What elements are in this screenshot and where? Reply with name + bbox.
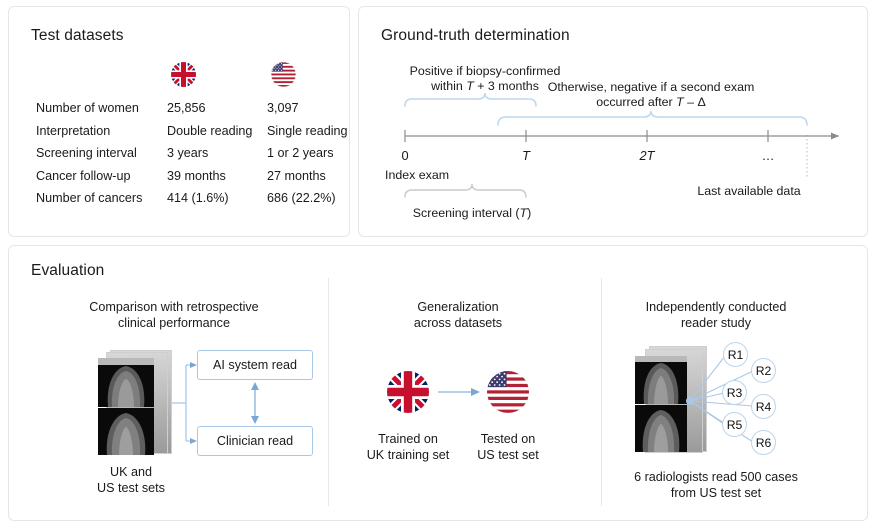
table-row: Number of women 25,856 3,097 [9, 99, 349, 122]
figure-root: Test datasets [0, 0, 874, 527]
fan-origin-dot [686, 397, 694, 405]
row-label: Cancer follow-up [36, 169, 131, 183]
datasets-table: Number of women 25,856 3,097 Interpretat… [9, 99, 349, 212]
screening-interval-brace [405, 184, 526, 197]
reader-circle-r2: R2 [751, 358, 776, 383]
row-value-uk: 414 (1.6%) [167, 191, 229, 205]
row-value-uk: Double reading [167, 124, 252, 138]
reader-circle-r4: R4 [751, 394, 776, 419]
row-value-us: 27 months [267, 169, 326, 183]
row-value-uk: 25,856 [167, 101, 206, 115]
row-label: Interpretation [36, 124, 110, 138]
row-value-uk: 3 years [167, 146, 208, 160]
row-label: Screening interval [36, 146, 137, 160]
negative-window-brace [498, 111, 807, 125]
row-value-uk: 39 months [167, 169, 226, 183]
caption-reader-study: 6 radiologists read 500 cases from US te… [634, 469, 798, 501]
reader-circle-r5: R5 [722, 412, 747, 437]
row-value-us: Single reading [267, 124, 348, 138]
uk-flag-icon [171, 62, 196, 87]
evaluation-panel: Evaluation Comparison with retrospective… [8, 245, 868, 521]
timeline-diagram [359, 7, 869, 238]
panel-title-test-datasets: Test datasets [31, 27, 124, 45]
test-datasets-panel: Test datasets [8, 6, 350, 237]
us-flag-icon [271, 62, 296, 87]
positive-window-brace [405, 93, 536, 106]
table-row: Screening interval 3 years 1 or 2 years [9, 144, 349, 167]
row-value-us: 686 (22.2%) [267, 191, 336, 205]
row-label: Number of women [36, 101, 139, 115]
row-value-us: 1 or 2 years [267, 146, 334, 160]
table-row: Number of cancers 414 (1.6%) 686 (22.2%) [9, 189, 349, 212]
connector-line [690, 401, 753, 406]
reader-circle-r1: R1 [723, 342, 748, 367]
table-row: Interpretation Double reading Single rea… [9, 122, 349, 145]
ground-truth-panel: Ground-truth determination Positive if b… [358, 6, 868, 237]
reader-circle-r3: R3 [722, 380, 747, 405]
row-label: Number of cancers [36, 191, 142, 205]
reader-circle-r6: R6 [751, 430, 776, 455]
row-value-us: 3,097 [267, 101, 299, 115]
table-row: Cancer follow-up 39 months 27 months [9, 167, 349, 190]
timeline-arrowhead [831, 133, 839, 140]
